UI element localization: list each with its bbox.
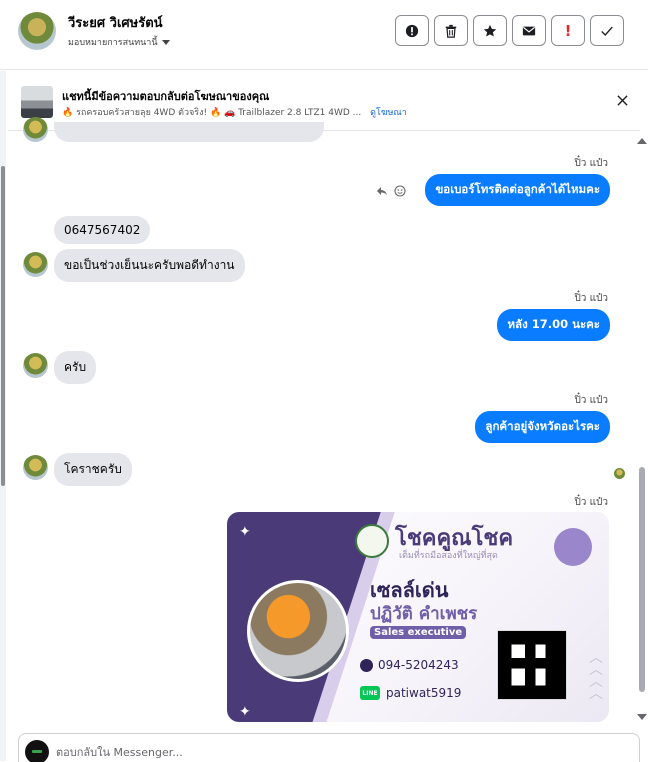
card-person-name: ปฏิวัติ คำเพชร <box>370 604 478 624</box>
outgoing-message: ลูกค้าอยู่จังหวัดอะไรคะ <box>475 411 610 443</box>
close-banner-button[interactable] <box>612 90 632 110</box>
message-hover-tools <box>376 185 406 197</box>
chevron-pattern-icon: ︿ ︿ ︿ ︿ <box>589 650 603 702</box>
reply-input[interactable] <box>56 746 616 759</box>
trash-icon <box>445 24 457 38</box>
assign-label: มอบหมายการสนทนานี้ <box>68 38 158 48</box>
salesperson-photo <box>247 580 349 682</box>
scroll-down-arrow-icon[interactable] <box>637 714 647 720</box>
contact-avatar[interactable] <box>18 12 56 50</box>
caret-down-icon <box>161 39 170 45</box>
reply-composer <box>18 733 640 762</box>
alert-circle-icon <box>405 24 419 37</box>
contact-message-avatar <box>23 353 48 378</box>
card-decoration-circle <box>554 528 592 566</box>
card-role: Sales executive <box>370 626 467 639</box>
scrollbar-thumb[interactable] <box>639 467 645 692</box>
contact-name[interactable]: วีระยศ วิเศษรัตน์ <box>68 12 163 33</box>
sparkle-icon: ✦ <box>239 704 251 720</box>
sender-label: ปิ๋ว แป๋ว <box>574 293 608 304</box>
mark-done-button[interactable] <box>590 15 624 46</box>
sender-label: ปิ๋ว แป๋ว <box>574 158 608 169</box>
ad-banner-description: 🔥 รถครอบครัวสายลุย 4WD ตัวจริง! 🔥 🚗 Trai… <box>62 105 407 119</box>
card-line-id: patiwat5919 <box>386 686 462 700</box>
qr-code <box>497 630 567 700</box>
ad-description-text: 🔥 รถครอบครัวสายลุย 4WD ตัวจริง! 🔥 🚗 Trai… <box>62 108 362 118</box>
sender-label: ปิ๋ว แป๋ว <box>574 395 608 406</box>
contact-message-avatar <box>23 455 48 480</box>
card-tagline: เต็มที่รถมือสองที่ใหญ่ที่สุด <box>399 551 498 561</box>
react-icon[interactable] <box>394 185 406 197</box>
incoming-message: 0647567402 <box>54 216 151 244</box>
incoming-message: ขอเป็นช่วงเย็นนะครับพอดีทำงาน <box>54 249 245 282</box>
delete-button[interactable] <box>434 15 468 46</box>
scroll-up-arrow-icon[interactable] <box>637 138 647 144</box>
contact-message-avatar <box>23 117 48 142</box>
mail-icon <box>522 26 536 35</box>
star-button[interactable] <box>473 15 507 46</box>
outgoing-message: ขอเบอร์โทรติดต่อลูกค้าได้ไหมคะ <box>425 174 610 206</box>
dealer-logo <box>355 524 389 558</box>
card-line: LINE patiwat5919 <box>360 686 461 700</box>
incoming-message: ครับ <box>54 351 97 384</box>
close-icon <box>616 94 628 106</box>
spam-button[interactable]: ! <box>551 15 585 46</box>
check-icon <box>601 26 613 36</box>
sender-label: ปิ๋ว แป๋ว <box>574 497 608 508</box>
assign-conversation-dropdown[interactable]: มอบหมายการสนทนานี้ <box>68 35 170 49</box>
incoming-message: โคราชครับ <box>54 453 132 486</box>
conversation-actions: ! <box>395 15 624 46</box>
partial-incoming-message <box>54 122 324 142</box>
page-avatar <box>25 740 49 762</box>
mail-button[interactable] <box>512 15 546 46</box>
view-ad-link[interactable]: ดูโฆษณา <box>370 108 407 118</box>
star-icon <box>483 24 497 37</box>
reply-icon[interactable] <box>376 185 388 197</box>
seen-indicator-avatar <box>614 468 625 479</box>
sparkle-icon: ✦ <box>239 524 251 540</box>
left-scrollbar-thumb[interactable] <box>1 166 5 486</box>
conversation-header: วีระยศ วิเศษรัตน์ มอบหมายการสนทนานี้ ! <box>0 0 648 70</box>
ad-banner-title: แชทนี้มีข้อความตอบกลับต่อโฆษณาของคุณ <box>62 90 270 103</box>
phone-icon <box>360 658 373 672</box>
exclamation-icon: ! <box>564 21 572 40</box>
alert-button[interactable] <box>395 15 429 46</box>
card-phone: 094-5204243 <box>360 658 459 672</box>
business-card-image[interactable]: ✦ ✦ โชคคูณโชค เต็มที่รถมือสองที่ใหญ่ที่ส… <box>227 512 609 722</box>
contact-message-avatar <box>23 252 48 277</box>
ad-thumbnail[interactable] <box>21 86 53 118</box>
line-icon: LINE <box>360 686 380 700</box>
left-panel-edge <box>0 71 6 761</box>
outgoing-message: หลัง 17.00 นะคะ <box>497 309 610 341</box>
message-scrollbar[interactable] <box>634 132 648 722</box>
card-phone-number: 094-5204243 <box>378 658 459 672</box>
